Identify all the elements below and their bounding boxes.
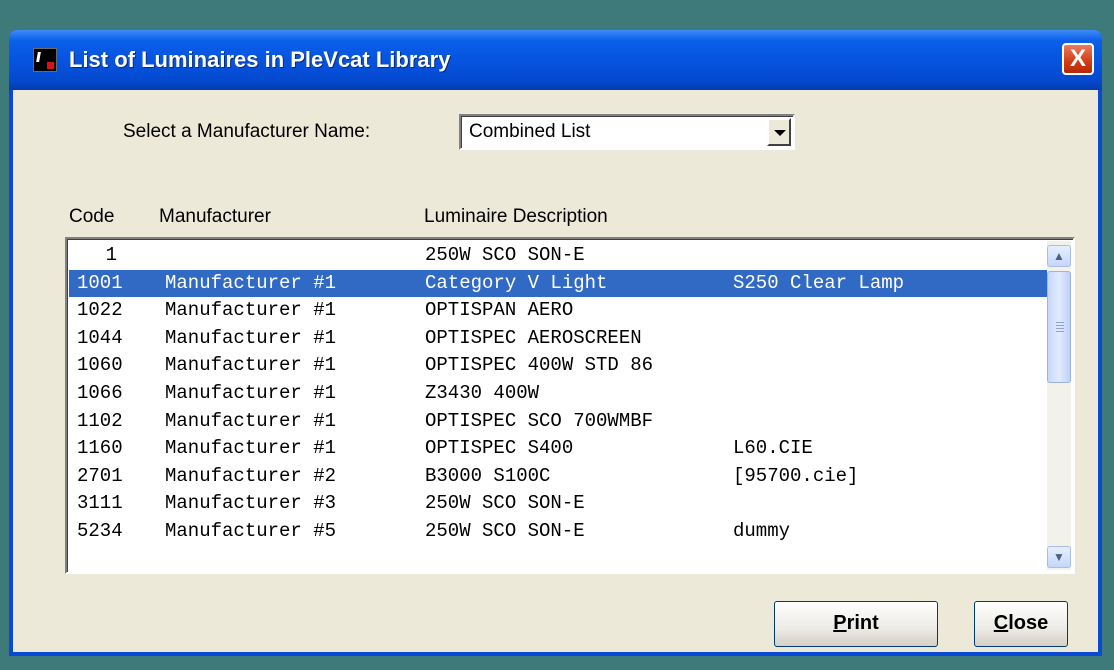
row-description: Category V Light — [425, 271, 608, 294]
column-header-manufacturer: Manufacturer — [159, 206, 271, 227]
row-manufacturer: Manufacturer #1 — [165, 381, 337, 404]
list-item[interactable]: 1 250W SCO SON-E — [69, 242, 1047, 270]
row-extra: S250 Clear Lamp — [733, 271, 905, 294]
luminaire-list[interactable]: 1 250W SCO SON-E 1001 Manufacturer #1 Ca… — [65, 237, 1075, 574]
row-description: B3000 S100C — [425, 464, 551, 487]
list-item[interactable]: 2701 Manufacturer #2 B3000 S100C [95700.… — [69, 463, 1047, 491]
close-button[interactable]: Close — [974, 601, 1068, 647]
grip-line — [1056, 328, 1064, 329]
vertical-scrollbar[interactable]: ▲ ▼ — [1047, 241, 1071, 570]
manufacturer-select-value: Combined List — [469, 121, 591, 142]
grip-line — [1056, 331, 1064, 332]
list-item[interactable]: 1160 Manufacturer #1 OPTISPEC S400 L60.C… — [69, 435, 1047, 463]
print-mnemonic: P — [833, 612, 847, 634]
close-label: lose — [1008, 612, 1049, 634]
app-icon-dot — [47, 62, 54, 69]
luminaire-rows: 1 250W SCO SON-E 1001 Manufacturer #1 Ca… — [69, 242, 1047, 546]
row-manufacturer: Manufacturer #1 — [165, 409, 337, 432]
row-extra: L60.CIE — [733, 437, 813, 460]
row-description: OPTISPEC S400 — [425, 437, 574, 460]
row-description: OPTISPEC 400W STD 86 — [425, 354, 654, 377]
close-mnemonic: C — [993, 612, 1009, 634]
row-code: 1066 — [77, 381, 123, 404]
row-description: OPTISPEC SCO 700WMBF — [425, 409, 654, 432]
row-code: 3111 — [77, 492, 123, 515]
row-description: OPTISPAN AERO — [425, 299, 574, 322]
scroll-down-icon[interactable]: ▼ — [1047, 546, 1071, 568]
row-code: 5234 — [77, 519, 123, 542]
list-item-selected[interactable]: 1001 Manufacturer #1 Category V Light S2… — [69, 269, 1047, 298]
list-item[interactable]: 1060 Manufacturer #1 OPTISPEC 400W STD 8… — [69, 352, 1047, 380]
dialog-client-area: Select a Manufacturer Name: Combined Lis… — [13, 90, 1098, 652]
manufacturer-select-label: Select a Manufacturer Name: — [123, 121, 371, 142]
row-description: 250W SCO SON-E — [425, 244, 585, 266]
app-icon[interactable] — [33, 48, 57, 72]
app-icon-mark — [36, 52, 41, 62]
row-manufacturer: Manufacturer #1 — [165, 437, 337, 460]
row-code: 1160 — [77, 437, 123, 460]
row-description: 250W SCO SON-E — [425, 492, 585, 515]
window-title: List of Luminaires in PleVcat Library — [69, 47, 451, 72]
row-description: 250W SCO SON-E — [425, 519, 585, 542]
row-extra: dummy — [733, 519, 791, 542]
row-manufacturer: Manufacturer #1 — [165, 326, 337, 349]
list-item[interactable]: 1044 Manufacturer #1 OPTISPEC AEROSCREEN — [69, 325, 1047, 353]
row-manufacturer: Manufacturer #1 — [165, 299, 337, 322]
row-code: 1044 — [77, 326, 123, 349]
row-manufacturer: Manufacturer #3 — [165, 492, 337, 515]
manufacturer-select[interactable]: Combined List — [459, 114, 795, 150]
row-code: 1 — [105, 244, 117, 266]
grip-line — [1056, 322, 1064, 323]
row-extra: [95700.cie] — [733, 464, 859, 487]
column-header-code: Code — [69, 206, 115, 227]
list-item[interactable]: 1022 Manufacturer #1 OPTISPAN AERO — [69, 297, 1047, 325]
row-manufacturer: Manufacturer #1 — [165, 354, 337, 377]
scroll-thumb[interactable] — [1047, 271, 1071, 383]
list-item[interactable]: 1066 Manufacturer #1 Z3430 400W — [69, 380, 1047, 408]
close-window-button[interactable]: X — [1062, 43, 1094, 75]
row-manufacturer: Manufacturer #1 — [165, 271, 337, 294]
list-item[interactable]: 3111 Manufacturer #3 250W SCO SON-E — [69, 490, 1047, 518]
grip-line — [1056, 325, 1064, 326]
dropdown-arrow-icon[interactable] — [767, 118, 791, 146]
scroll-up-icon[interactable]: ▲ — [1047, 245, 1071, 267]
row-code: 1102 — [77, 409, 123, 432]
list-item[interactable]: 1102 Manufacturer #1 OPTISPEC SCO 700WMB… — [69, 408, 1047, 436]
column-header-description: Luminaire Description — [424, 206, 608, 227]
dialog-window: List of Luminaires in PleVcat Library X … — [9, 30, 1102, 656]
row-code: 2701 — [77, 464, 123, 487]
print-label: rint — [846, 612, 879, 634]
row-code: 1001 — [77, 271, 123, 294]
row-description: OPTISPEC AEROSCREEN — [425, 326, 642, 349]
list-item[interactable]: 5234 Manufacturer #5 250W SCO SON-E dumm… — [69, 518, 1047, 546]
print-button[interactable]: Print — [774, 601, 938, 647]
row-code: 1060 — [77, 354, 123, 377]
row-description: Z3430 400W — [425, 381, 540, 404]
row-manufacturer: Manufacturer #5 — [165, 519, 337, 542]
row-code: 1022 — [77, 299, 123, 322]
row-manufacturer: Manufacturer #2 — [165, 464, 337, 487]
title-bar[interactable]: List of Luminaires in PleVcat Library X — [9, 30, 1102, 90]
